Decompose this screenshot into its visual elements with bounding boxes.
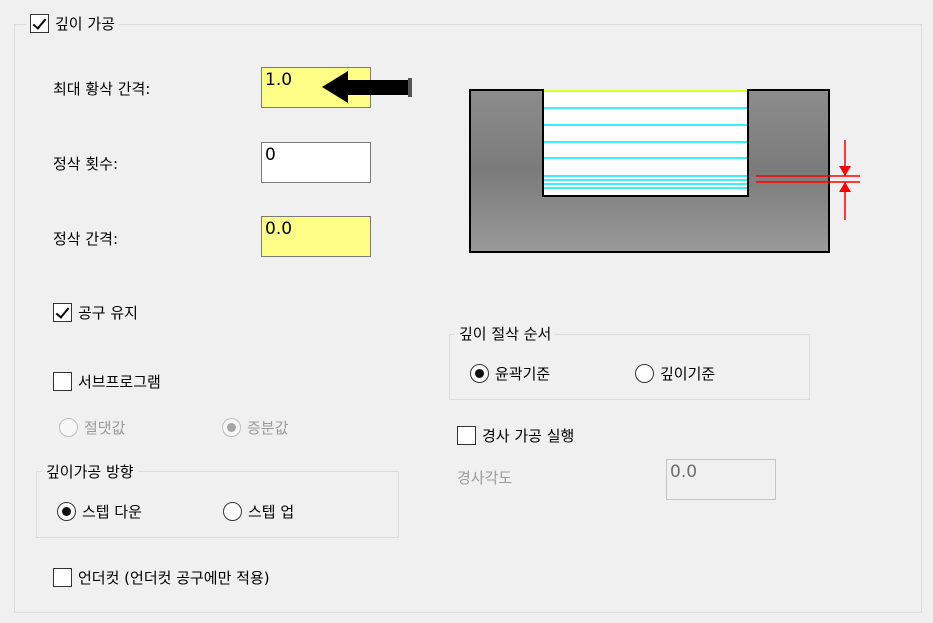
- step-down-option[interactable]: 스텝 다운: [57, 501, 142, 522]
- depth-machining-label: 깊이 가공: [55, 15, 115, 33]
- subprogram-checkbox[interactable]: [53, 372, 72, 391]
- by-contour-option[interactable]: 윤곽기준: [470, 363, 550, 384]
- subprogram-option[interactable]: 서브프로그램: [53, 371, 161, 392]
- cut-order-group-label: 깊이 절삭 순서: [459, 325, 552, 343]
- direction-group-title: 깊이가공 방향: [42, 461, 138, 482]
- step-up-label: 스텝 업: [248, 503, 295, 521]
- step-down-radio[interactable]: [57, 502, 76, 521]
- taper-checkbox[interactable]: [457, 426, 476, 445]
- by-depth-label: 깊이기준: [660, 365, 716, 383]
- absolute-radio[interactable]: [59, 418, 78, 437]
- max-roughing-step-label: 최대 황삭 간격:: [53, 80, 151, 98]
- absolute-option[interactable]: 절댓값: [59, 417, 125, 438]
- keep-tool-label: 공구 유지: [78, 304, 138, 322]
- step-up-radio[interactable]: [223, 502, 242, 521]
- by-contour-radio[interactable]: [470, 364, 489, 383]
- taper-angle-label: 경사각도: [457, 469, 513, 487]
- absolute-label: 절댓값: [84, 419, 126, 437]
- by-depth-option[interactable]: 깊이기준: [635, 363, 715, 384]
- finish-step-input[interactable]: 0.0: [261, 216, 371, 257]
- keep-tool-checkbox[interactable]: [53, 303, 72, 322]
- undercut-checkbox[interactable]: [53, 568, 72, 587]
- taper-label: 경사 가공 실행: [482, 427, 575, 445]
- finish-count-input[interactable]: 0: [261, 142, 371, 183]
- direction-group-label: 깊이가공 방향: [46, 463, 134, 481]
- incremental-radio[interactable]: [222, 418, 241, 437]
- depth-machining-checkbox[interactable]: [30, 14, 49, 33]
- undercut-label: 언더컷 (언더컷 공구에만 적용): [78, 569, 270, 587]
- incremental-label: 증분값: [247, 419, 289, 437]
- depth-machining-toggle[interactable]: 깊이 가공: [26, 13, 119, 34]
- step-down-label: 스텝 다운: [82, 503, 142, 521]
- undercut-option[interactable]: 언더컷 (언더컷 공구에만 적용): [53, 567, 270, 588]
- arrow-pointer-icon: [322, 71, 412, 103]
- finish-step-label: 정삭 간격:: [53, 230, 119, 248]
- finish-count-label: 정삭 횟수:: [53, 155, 119, 173]
- taper-option[interactable]: 경사 가공 실행: [457, 425, 574, 446]
- keep-tool-option[interactable]: 공구 유지: [53, 302, 138, 323]
- by-contour-label: 윤곽기준: [495, 365, 551, 383]
- cut-order-group-title: 깊이 절삭 순서: [455, 323, 556, 344]
- subprogram-label: 서브프로그램: [78, 373, 161, 391]
- depth-cut-diagram: [469, 89, 860, 253]
- step-up-option[interactable]: 스텝 업: [223, 501, 294, 522]
- by-depth-radio[interactable]: [635, 364, 654, 383]
- incremental-option[interactable]: 증분값: [222, 417, 288, 438]
- taper-angle-input[interactable]: 0.0: [666, 459, 776, 500]
